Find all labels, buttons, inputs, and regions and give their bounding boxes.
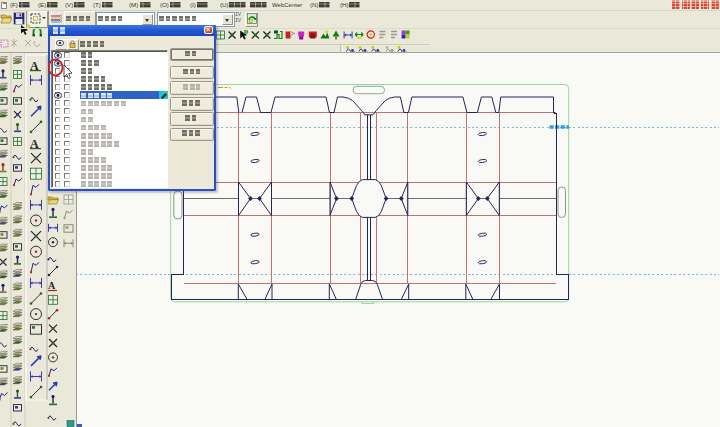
svg-text:A: A [48,280,56,291]
